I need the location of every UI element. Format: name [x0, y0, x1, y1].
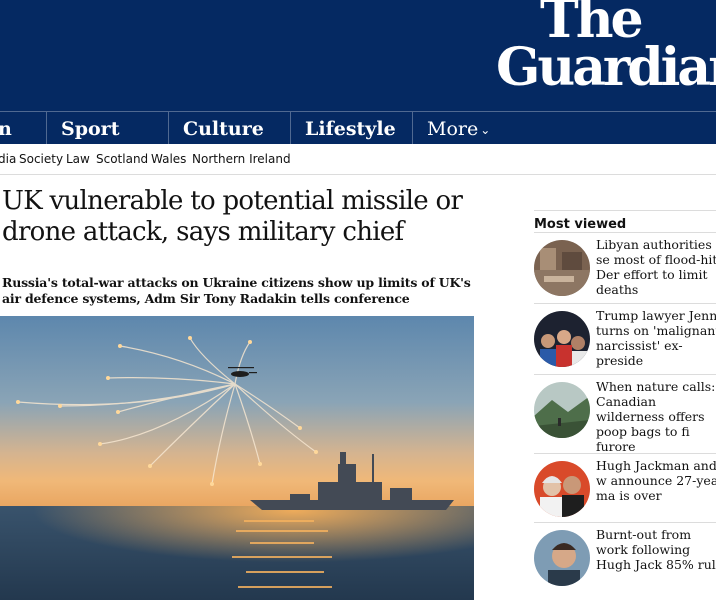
couple-photo-thumbnail — [534, 461, 590, 517]
most-viewed-divider — [534, 232, 716, 233]
warship-flares-photo — [0, 316, 474, 600]
logo-line-guardian: Guardian — [496, 36, 716, 98]
nav-divider — [412, 112, 413, 144]
most-viewed-title: Most viewed — [534, 217, 627, 232]
nav-item-more[interactable]: More ⌄ — [423, 115, 490, 143]
most-viewed-item[interactable]: Hugh Jackman and w announce 27-year ma i… — [534, 453, 716, 523]
nav-item-lifestyle[interactable]: Lifestyle — [301, 115, 396, 143]
subnav-item-northern-ireland[interactable]: Northern Ireland — [192, 152, 291, 166]
guardian-logo[interactable]: The Guardian — [496, 0, 716, 98]
nav-more-label: More — [427, 118, 479, 140]
most-viewed-headline: Burnt-out from work following Hugh Jack … — [596, 527, 716, 572]
most-viewed-headline: Trump lawyer Jenna turns on 'malignant n… — [596, 308, 716, 368]
subnav-item-wales[interactable]: Wales — [151, 152, 186, 166]
hero-image[interactable] — [0, 316, 474, 600]
most-viewed-item[interactable]: When nature calls: Canadian wilderness o… — [534, 374, 716, 454]
primary-nav: n Sport Culture Lifestyle More⌄ — [0, 111, 716, 144]
nav-item-sport[interactable]: Sport — [57, 115, 119, 143]
most-viewed-item[interactable]: Libyan authorities se most of flood-hit … — [534, 232, 716, 302]
most-viewed-divider — [534, 453, 716, 454]
portrait-photo-thumbnail — [534, 530, 590, 586]
sub-nav: dia Society Law Scotland Wales Northern … — [0, 144, 716, 175]
most-viewed-item[interactable]: Trump lawyer Jenna turns on 'malignant n… — [534, 303, 716, 373]
article-headline: UK vulnerable to potential missile or dr… — [2, 186, 463, 247]
most-viewed-divider — [534, 522, 716, 523]
landscape-photo-thumbnail — [534, 382, 590, 438]
masthead: The Guardian — [0, 0, 716, 111]
flood-photo-thumbnail — [534, 240, 590, 296]
crowd-photo-thumbnail — [534, 311, 590, 367]
most-viewed-headline: Hugh Jackman and w announce 27-year ma i… — [596, 458, 716, 503]
chevron-down-icon: ⌄ — [480, 123, 491, 137]
most-viewed-divider — [534, 303, 716, 304]
subnav-item-media[interactable]: dia — [0, 152, 16, 166]
nav-divider — [290, 112, 291, 144]
most-viewed-rule — [534, 210, 716, 211]
nav-item-partial[interactable]: n — [0, 115, 12, 143]
nav-divider — [168, 112, 169, 144]
most-viewed-divider — [534, 374, 716, 375]
article-standfirst: Russia's total-war attacks on Ukraine ci… — [2, 275, 471, 306]
subnav-item-scotland[interactable]: Scotland — [96, 152, 148, 166]
most-viewed-headline: When nature calls: Canadian wilderness o… — [596, 379, 716, 454]
most-viewed-headline: Libyan authorities se most of flood-hit … — [596, 237, 716, 297]
nav-divider — [46, 112, 47, 144]
most-viewed-item[interactable]: Burnt-out from work following Hugh Jack … — [534, 522, 716, 592]
subnav-item-society[interactable]: Society — [19, 152, 63, 166]
subnav-item-law[interactable]: Law — [66, 152, 90, 166]
nav-item-culture[interactable]: Culture — [179, 115, 264, 143]
